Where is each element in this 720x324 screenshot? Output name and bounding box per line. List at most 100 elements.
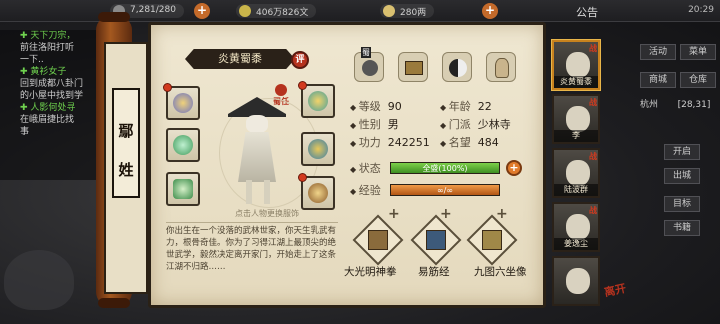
battle-flag: 战: [589, 98, 597, 107]
companion-portrait-1[interactable]: 战炎黄蜀黍: [552, 40, 600, 90]
coin-icon: [239, 5, 251, 17]
equip-slot-weapon[interactable]: [163, 83, 200, 120]
ring-icon: [173, 179, 193, 199]
surname-char-1: 鄢: [118, 122, 134, 140]
skill-icon-3[interactable]: [442, 52, 472, 82]
portrait-face: [566, 214, 590, 240]
location-label: 杭州: [640, 100, 659, 110]
leave-button[interactable]: 离开: [603, 280, 628, 300]
equip-slot-bracelet[interactable]: [298, 173, 335, 210]
companion-portrait-5[interactable]: [552, 256, 600, 306]
stat-age-value: 22: [477, 100, 492, 113]
game-screen: 7,281/280 + 406万826文 280两 + 公告 20:29 ✚ 天…: [0, 0, 720, 324]
quest-line: ✚ 人影何处寻: [20, 103, 76, 113]
new-dot-icon: [298, 173, 307, 182]
location-coords: [28,31]: [677, 100, 711, 110]
portrait-face: [566, 160, 590, 186]
new-dot-icon: [298, 81, 307, 90]
technique-3-label: 九图六坐像: [474, 266, 527, 278]
state-bar-text: 全盛(100%): [422, 164, 468, 173]
quest-line: 回到成都八卦门: [20, 79, 84, 89]
character-bio: 你出生在一个没落的武林世家，你天生乳武有力，根骨奇佳。你为了习得江湖上最顶尖的绝…: [166, 222, 338, 302]
stat-power-value: 242251: [387, 136, 430, 149]
stat-age: ◆ 年龄 22: [440, 100, 492, 113]
equip-slot-ring[interactable]: [166, 172, 200, 206]
weapon-icon: [173, 93, 193, 113]
mask-icon: [308, 139, 328, 159]
technique-slot-1[interactable]: [352, 214, 404, 266]
skull-decoration: [4, 250, 74, 310]
menu-open-button[interactable]: 开启: [664, 144, 700, 160]
technique-slot-3[interactable]: [466, 214, 518, 266]
portrait-face: [566, 268, 590, 294]
equip-slot-mask[interactable]: [301, 132, 335, 166]
character-title: 炎黄蜀黍: [218, 52, 262, 65]
book-icon: [426, 230, 446, 250]
battle-flag: 战: [589, 152, 597, 161]
stat-level: ◆ 等级 90: [350, 100, 402, 113]
battle-flag: 战: [589, 44, 597, 53]
quest-line: ✚ 黄衫女子: [20, 67, 67, 77]
stat-power: ◆ 功力 242251: [350, 136, 430, 149]
skill-icon-4[interactable]: [486, 52, 516, 82]
portrait-face: [566, 106, 590, 132]
evaluate-button[interactable]: 评: [291, 51, 309, 69]
skill-badge: 蜀: [361, 47, 371, 58]
surname-char-2: 姓: [118, 161, 134, 179]
state-bar: 全盛(100%): [390, 162, 500, 174]
chest-icon: [405, 61, 423, 75]
notice-button[interactable]: 公告: [576, 4, 598, 20]
stat-gender-value: 男: [387, 118, 399, 131]
quest-line: 事: [20, 127, 30, 137]
book-icon: [482, 230, 502, 250]
skill-icon-1[interactable]: 蜀: [354, 47, 384, 82]
menu-storage-button[interactable]: 仓库: [680, 72, 716, 88]
menu-target-button[interactable]: 目标: [664, 196, 700, 212]
technique-1-label: 大光明神拳: [344, 266, 397, 278]
exp-bar: ∞/∞: [390, 184, 500, 196]
resource-3: 280两: [380, 4, 435, 18]
restore-state-button[interactable]: +: [506, 160, 522, 176]
menu-exit-city-button[interactable]: 出城: [664, 168, 700, 184]
yin-yang-icon: [449, 59, 467, 77]
exp-bar-text: ∞/∞: [436, 186, 454, 195]
resource-2-value: 406万826文: [256, 8, 309, 18]
skill-figure-icon: [362, 60, 378, 76]
resource-2: 406万826文: [236, 4, 317, 18]
stat-state-label: ◆ 状态: [350, 162, 381, 175]
skill-icon-2[interactable]: [398, 52, 428, 82]
resource-3-value: 280两: [400, 8, 427, 18]
companion-portrait-2[interactable]: 战李: [552, 94, 600, 144]
companion-name: 陆波群: [554, 184, 598, 196]
battle-flag: 战: [589, 206, 597, 215]
quest-line: 一下..: [20, 55, 44, 65]
companion-portrait-4[interactable]: 战姜逸尘: [552, 202, 600, 252]
menu-shop-button[interactable]: 商城: [640, 72, 676, 88]
stat-exp-label: ◆ 经验: [350, 184, 381, 197]
stat-gender: ◆ 性别 男: [350, 118, 399, 131]
clock: 20:29: [688, 5, 714, 15]
menu-activity-button[interactable]: 活动: [640, 44, 676, 60]
stat-fame-value: 484: [477, 136, 499, 149]
add-resource-3-button[interactable]: +: [482, 3, 498, 19]
equip-slot-armor[interactable]: [166, 128, 200, 162]
armor-icon: [173, 135, 193, 155]
change-outfit-hint: 点击人物更换服饰: [235, 209, 299, 218]
menu-books-button[interactable]: 书籍: [664, 220, 700, 236]
add-resource-1-button[interactable]: +: [194, 3, 210, 19]
character-head: [246, 115, 268, 133]
menu-main-button[interactable]: 菜单: [680, 44, 716, 60]
technique-slot-2[interactable]: [410, 214, 462, 266]
stat-sect-value: 少林寺: [477, 118, 511, 131]
scroll-rod-cap-bottom: [98, 298, 130, 308]
quest-line: 在峨眉捷比找: [20, 115, 75, 125]
bracelet-icon: [308, 183, 328, 203]
companion-portrait-3[interactable]: 战陆波群: [552, 148, 600, 198]
book-icon: [368, 230, 388, 250]
technique-2-label: 易筋经: [418, 266, 450, 278]
equip-slot-helmet[interactable]: [298, 81, 335, 118]
stat-fame: ◆ 名望 484: [440, 136, 499, 149]
quest-line: 前往洛阳打听: [20, 43, 75, 53]
quest-panel[interactable]: ✚ 天下刀宗， 前往洛阳打听 一下.. ✚ 黄衫女子 回到成都八卦门 的小屋中找到学 ✚ 人…: [0, 30, 100, 180]
quest-line: 的小屋中找到学: [20, 91, 84, 101]
